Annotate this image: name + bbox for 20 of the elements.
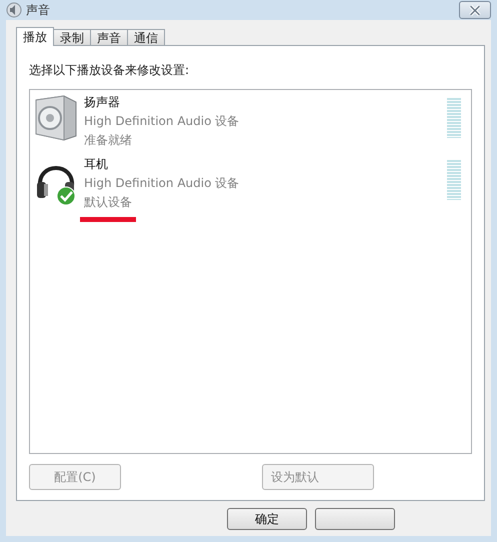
- level-meter: [447, 160, 461, 200]
- level-meter: [447, 98, 461, 138]
- close-button[interactable]: [459, 1, 491, 19]
- device-driver: High Definition Audio 设备: [84, 113, 240, 130]
- dialog-button[interactable]: [315, 508, 395, 530]
- close-icon: [468, 4, 482, 16]
- tab[interactable]: 通信: [127, 29, 165, 45]
- device-name: 耳机: [84, 156, 109, 173]
- underline-mark: [80, 217, 136, 222]
- window-title: 声音: [26, 2, 50, 18]
- instruction-text: 选择以下播放设备来修改设置:: [29, 62, 190, 79]
- device-driver: High Definition Audio 设备: [84, 175, 240, 192]
- tab[interactable]: 声音: [90, 29, 128, 45]
- tab[interactable]: 播放: [16, 27, 54, 46]
- device-name: 扬声器: [84, 94, 121, 111]
- speaker-icon: [34, 94, 78, 142]
- device-status: 默认设备: [84, 194, 133, 211]
- dialog-button[interactable]: 确定: [227, 508, 307, 530]
- device-status: 准备就绪: [84, 132, 133, 149]
- tab[interactable]: 录制: [53, 29, 91, 45]
